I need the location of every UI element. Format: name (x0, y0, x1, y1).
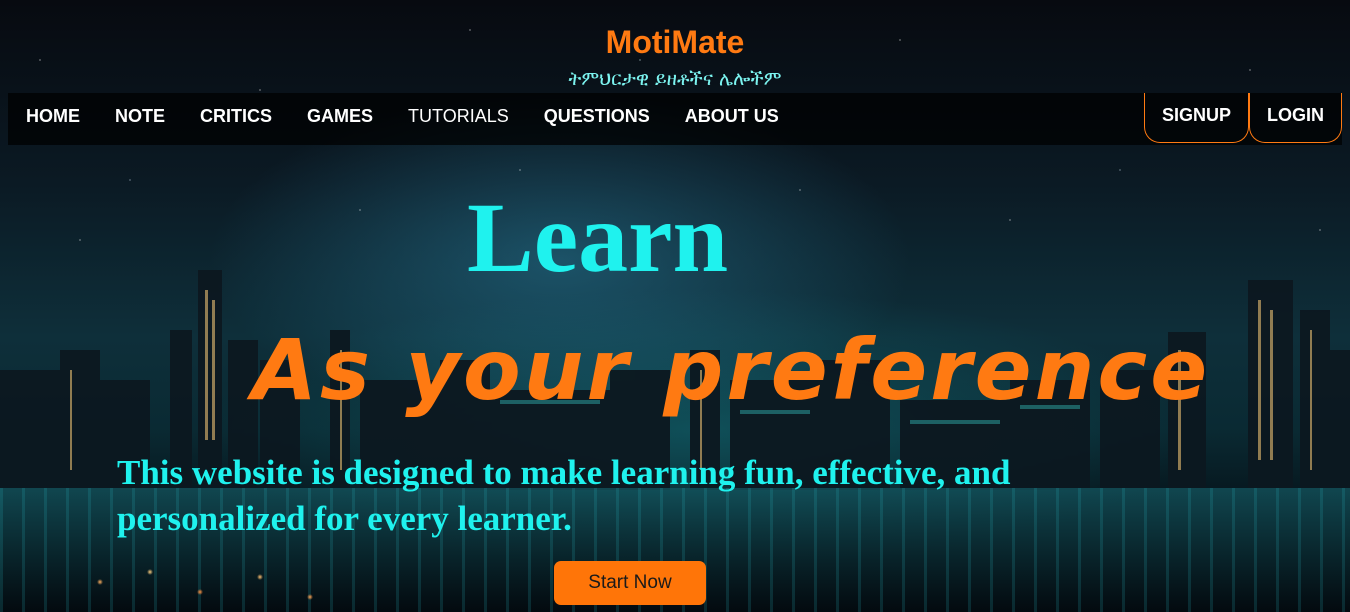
site-logo-title[interactable]: MotiMate (0, 22, 1350, 62)
nav-item-home[interactable]: HOME (8, 106, 97, 127)
nav-item-about-us[interactable]: ABOUT US (667, 106, 796, 127)
nav-item-tutorials[interactable]: TUTORIALS (390, 106, 526, 127)
nav-item-games[interactable]: GAMES (289, 106, 390, 127)
main-navbar: HOME NOTE CRITICS GAMES TUTORIALS QUESTI… (8, 93, 1342, 145)
hero-description: This website is designed to make learnin… (117, 453, 1011, 538)
site-tagline: ትምህርታዊ ይዘቶችና ሌሎችም (568, 68, 782, 90)
nav-item-critics[interactable]: CRITICS (182, 106, 289, 127)
nav-links: HOME NOTE CRITICS GAMES TUTORIALS QUESTI… (8, 93, 796, 139)
landing-page: MotiMate ትምህርታዊ ይዘቶችና ሌሎችም HOME NOTE CRI… (0, 0, 1350, 612)
hero-title: Learn (467, 182, 729, 293)
login-button[interactable]: LOGIN (1249, 93, 1342, 143)
signup-button[interactable]: SIGNUP (1143, 93, 1249, 143)
auth-buttons: SIGNUP LOGIN (1143, 93, 1342, 145)
hero-subtitle: As your preference (252, 321, 1211, 419)
dock-lights (60, 552, 380, 612)
start-now-button[interactable]: Start Now (554, 561, 706, 605)
site-header: MotiMate ትምህርታዊ ይዘቶችና ሌሎችም (0, 22, 1350, 92)
nav-item-note[interactable]: NOTE (97, 106, 182, 127)
nav-item-questions[interactable]: QUESTIONS (526, 106, 667, 127)
